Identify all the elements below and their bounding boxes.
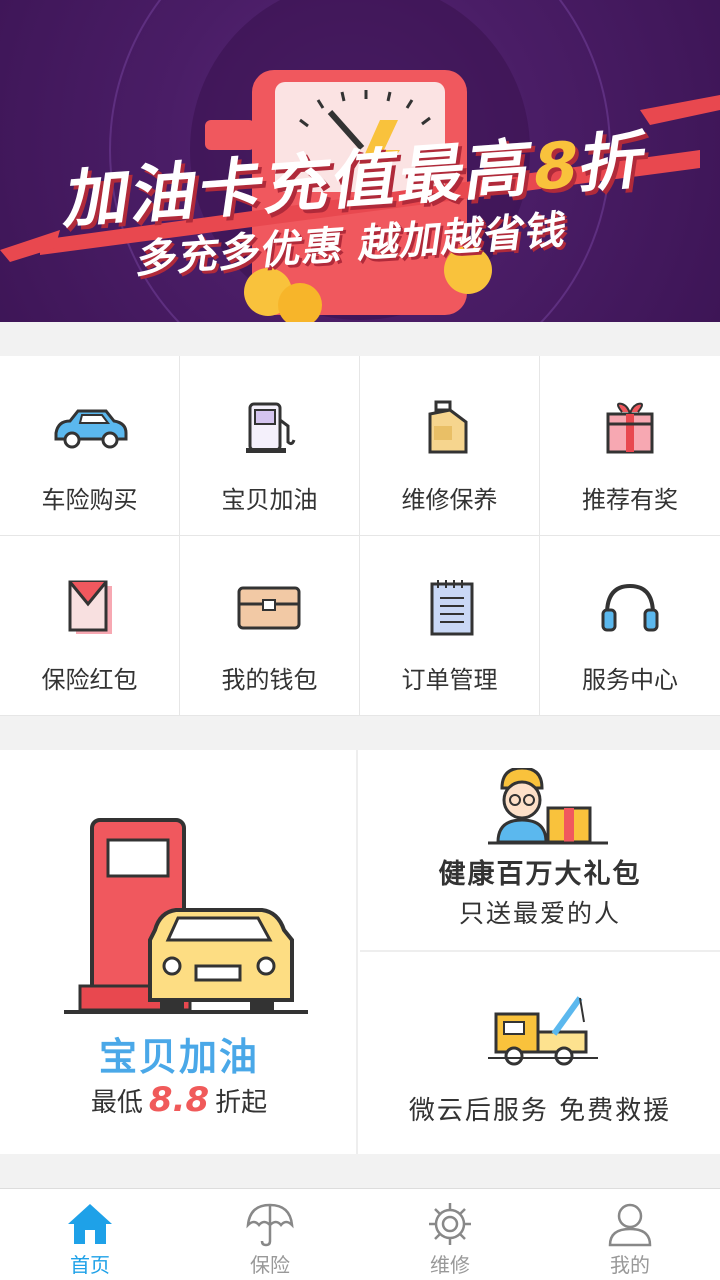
menu-item-fuel[interactable]: 宝贝加油	[180, 356, 360, 536]
service-grid: 车险购买 宝贝加油 维修保养 推荐有奖 保险红包 我的钱包 订单管理 服务中心	[0, 356, 720, 716]
rescue-service-card[interactable]: 微云后服务 免费救援	[360, 954, 720, 1154]
rescue-service-title: 微云后服务 免费救援	[408, 1096, 672, 1126]
menu-label: 订单管理	[401, 666, 498, 694]
health-gift-card[interactable]: 健康百万大礼包 只送最爱的人	[360, 750, 720, 952]
fuel-pump-icon	[230, 398, 310, 458]
user-icon	[607, 1201, 653, 1247]
umbrella-icon	[246, 1201, 294, 1247]
tab-profile[interactable]: 我的	[540, 1189, 720, 1280]
menu-item-referral[interactable]: 推荐有奖	[540, 356, 720, 536]
menu-item-service-center[interactable]: 服务中心	[540, 536, 720, 716]
gear-icon	[427, 1201, 473, 1247]
tab-home[interactable]: 首页	[0, 1189, 180, 1280]
red-envelope-icon	[50, 578, 130, 638]
menu-item-car-insurance[interactable]: 车险购买	[0, 356, 180, 536]
menu-item-wallet[interactable]: 我的钱包	[180, 536, 360, 716]
tab-label: 维修	[430, 1253, 470, 1277]
oil-can-icon	[410, 398, 490, 458]
wallet-icon	[230, 578, 310, 638]
menu-item-red-envelope[interactable]: 保险红包	[0, 536, 180, 716]
tab-label: 保险	[250, 1253, 290, 1277]
menu-label: 维修保养	[401, 486, 498, 514]
fuel-promo-discount: 最低 8.8 折起	[90, 1080, 268, 1120]
menu-label: 保险红包	[41, 666, 138, 694]
home-icon	[66, 1201, 114, 1247]
tab-repair[interactable]: 维修	[360, 1189, 540, 1280]
headphones-icon	[590, 578, 670, 638]
gift-icon	[590, 398, 670, 458]
promo-section: 宝贝加油 最低 8.8 折起 健康百万大礼包 只送最爱的人 微云后服务 免费救援	[0, 750, 720, 1154]
fuel-station-car-icon	[64, 818, 308, 1014]
menu-label: 车险购买	[41, 486, 138, 514]
promo-banner[interactable]: 加油卡充值最高8折 多充多优惠 越加越省钱	[0, 0, 720, 322]
health-gift-title: 健康百万大礼包	[438, 859, 642, 890]
fuel-promo-card[interactable]: 宝贝加油 最低 8.8 折起	[0, 750, 358, 1154]
person-gift-icon	[488, 768, 608, 845]
menu-item-orders[interactable]: 订单管理	[360, 536, 540, 716]
tab-insurance[interactable]: 保险	[180, 1189, 360, 1280]
menu-item-maintenance[interactable]: 维修保养	[360, 356, 540, 536]
menu-label: 宝贝加油	[221, 486, 318, 514]
menu-label: 服务中心	[582, 666, 678, 694]
tab-label: 我的	[610, 1253, 650, 1277]
menu-label: 我的钱包	[221, 666, 318, 694]
tow-truck-icon	[488, 996, 598, 1066]
notepad-icon	[410, 578, 490, 638]
health-gift-subtitle: 只送最爱的人	[458, 899, 621, 928]
menu-label: 推荐有奖	[582, 486, 678, 514]
tab-label: 首页	[70, 1253, 110, 1277]
car-icon	[50, 398, 130, 458]
fuel-promo-title: 宝贝加油	[98, 1035, 259, 1079]
bottom-tab-bar: 首页 保险 维修 我的	[0, 1188, 720, 1280]
